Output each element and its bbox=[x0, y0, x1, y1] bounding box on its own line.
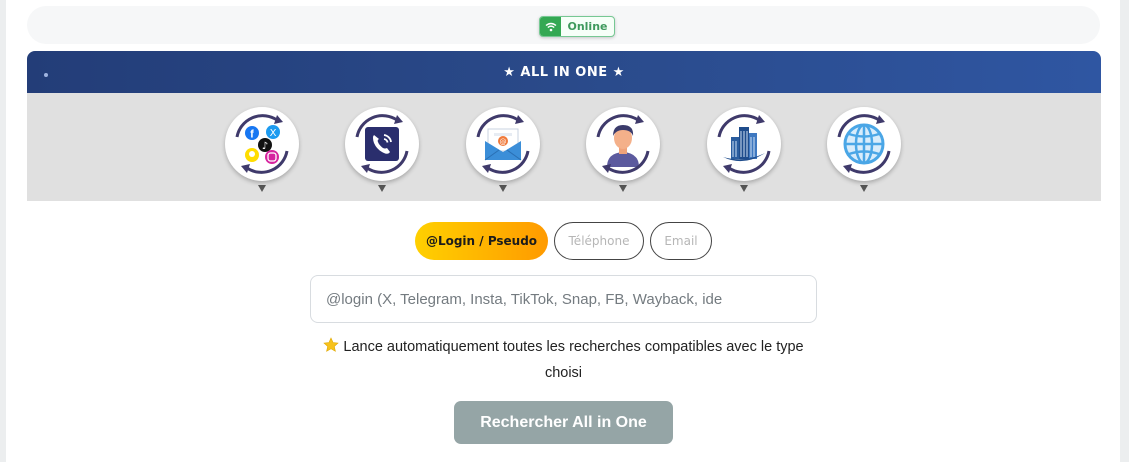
tab-login-pseudo[interactable]: @Login / Pseudo bbox=[415, 222, 548, 260]
search-hint-text: Lance automatiquement toutes les recherc… bbox=[343, 339, 804, 381]
status-bar: Online bbox=[27, 6, 1100, 44]
chevron-down-icon bbox=[378, 185, 386, 192]
search-type-tabs: @Login / Pseudo Téléphone Email bbox=[6, 222, 1120, 262]
category-social-networks[interactable]: f X ♪ bbox=[222, 107, 302, 199]
status-label: Online bbox=[567, 20, 608, 33]
search-hint: Lance automatiquement toutes les recherc… bbox=[306, 334, 821, 386]
all-in-one-panel: ★ ALL IN ONE ★ f X ♪ @ bbox=[27, 51, 1101, 201]
chevron-down-icon bbox=[499, 185, 507, 192]
tab-telephone[interactable]: Téléphone bbox=[554, 222, 644, 260]
wifi-icon bbox=[540, 17, 561, 36]
chevron-down-icon bbox=[258, 185, 266, 192]
category-row: f X ♪ @ bbox=[27, 93, 1101, 201]
search-input[interactable] bbox=[310, 275, 817, 323]
tab-email[interactable]: Email bbox=[650, 222, 712, 260]
all-in-one-title: ★ ALL IN ONE ★ bbox=[503, 64, 625, 80]
chevron-down-icon bbox=[860, 185, 868, 192]
category-company[interactable] bbox=[704, 107, 784, 199]
page: Online ★ ALL IN ONE ★ f X ♪ @ @Login / P… bbox=[6, 0, 1120, 462]
category-email[interactable]: @ bbox=[463, 107, 543, 199]
status-badge: Online bbox=[539, 16, 615, 37]
category-person[interactable] bbox=[583, 107, 663, 199]
search-all-in-one-button[interactable]: Rechercher All in One bbox=[454, 401, 673, 444]
category-web[interactable] bbox=[824, 107, 904, 199]
star-icon bbox=[323, 337, 340, 352]
category-phone[interactable] bbox=[342, 107, 422, 199]
chevron-down-icon bbox=[619, 185, 627, 192]
all-in-one-header: ★ ALL IN ONE ★ bbox=[27, 51, 1101, 93]
chevron-down-icon bbox=[740, 185, 748, 192]
decor-dot bbox=[44, 73, 48, 77]
